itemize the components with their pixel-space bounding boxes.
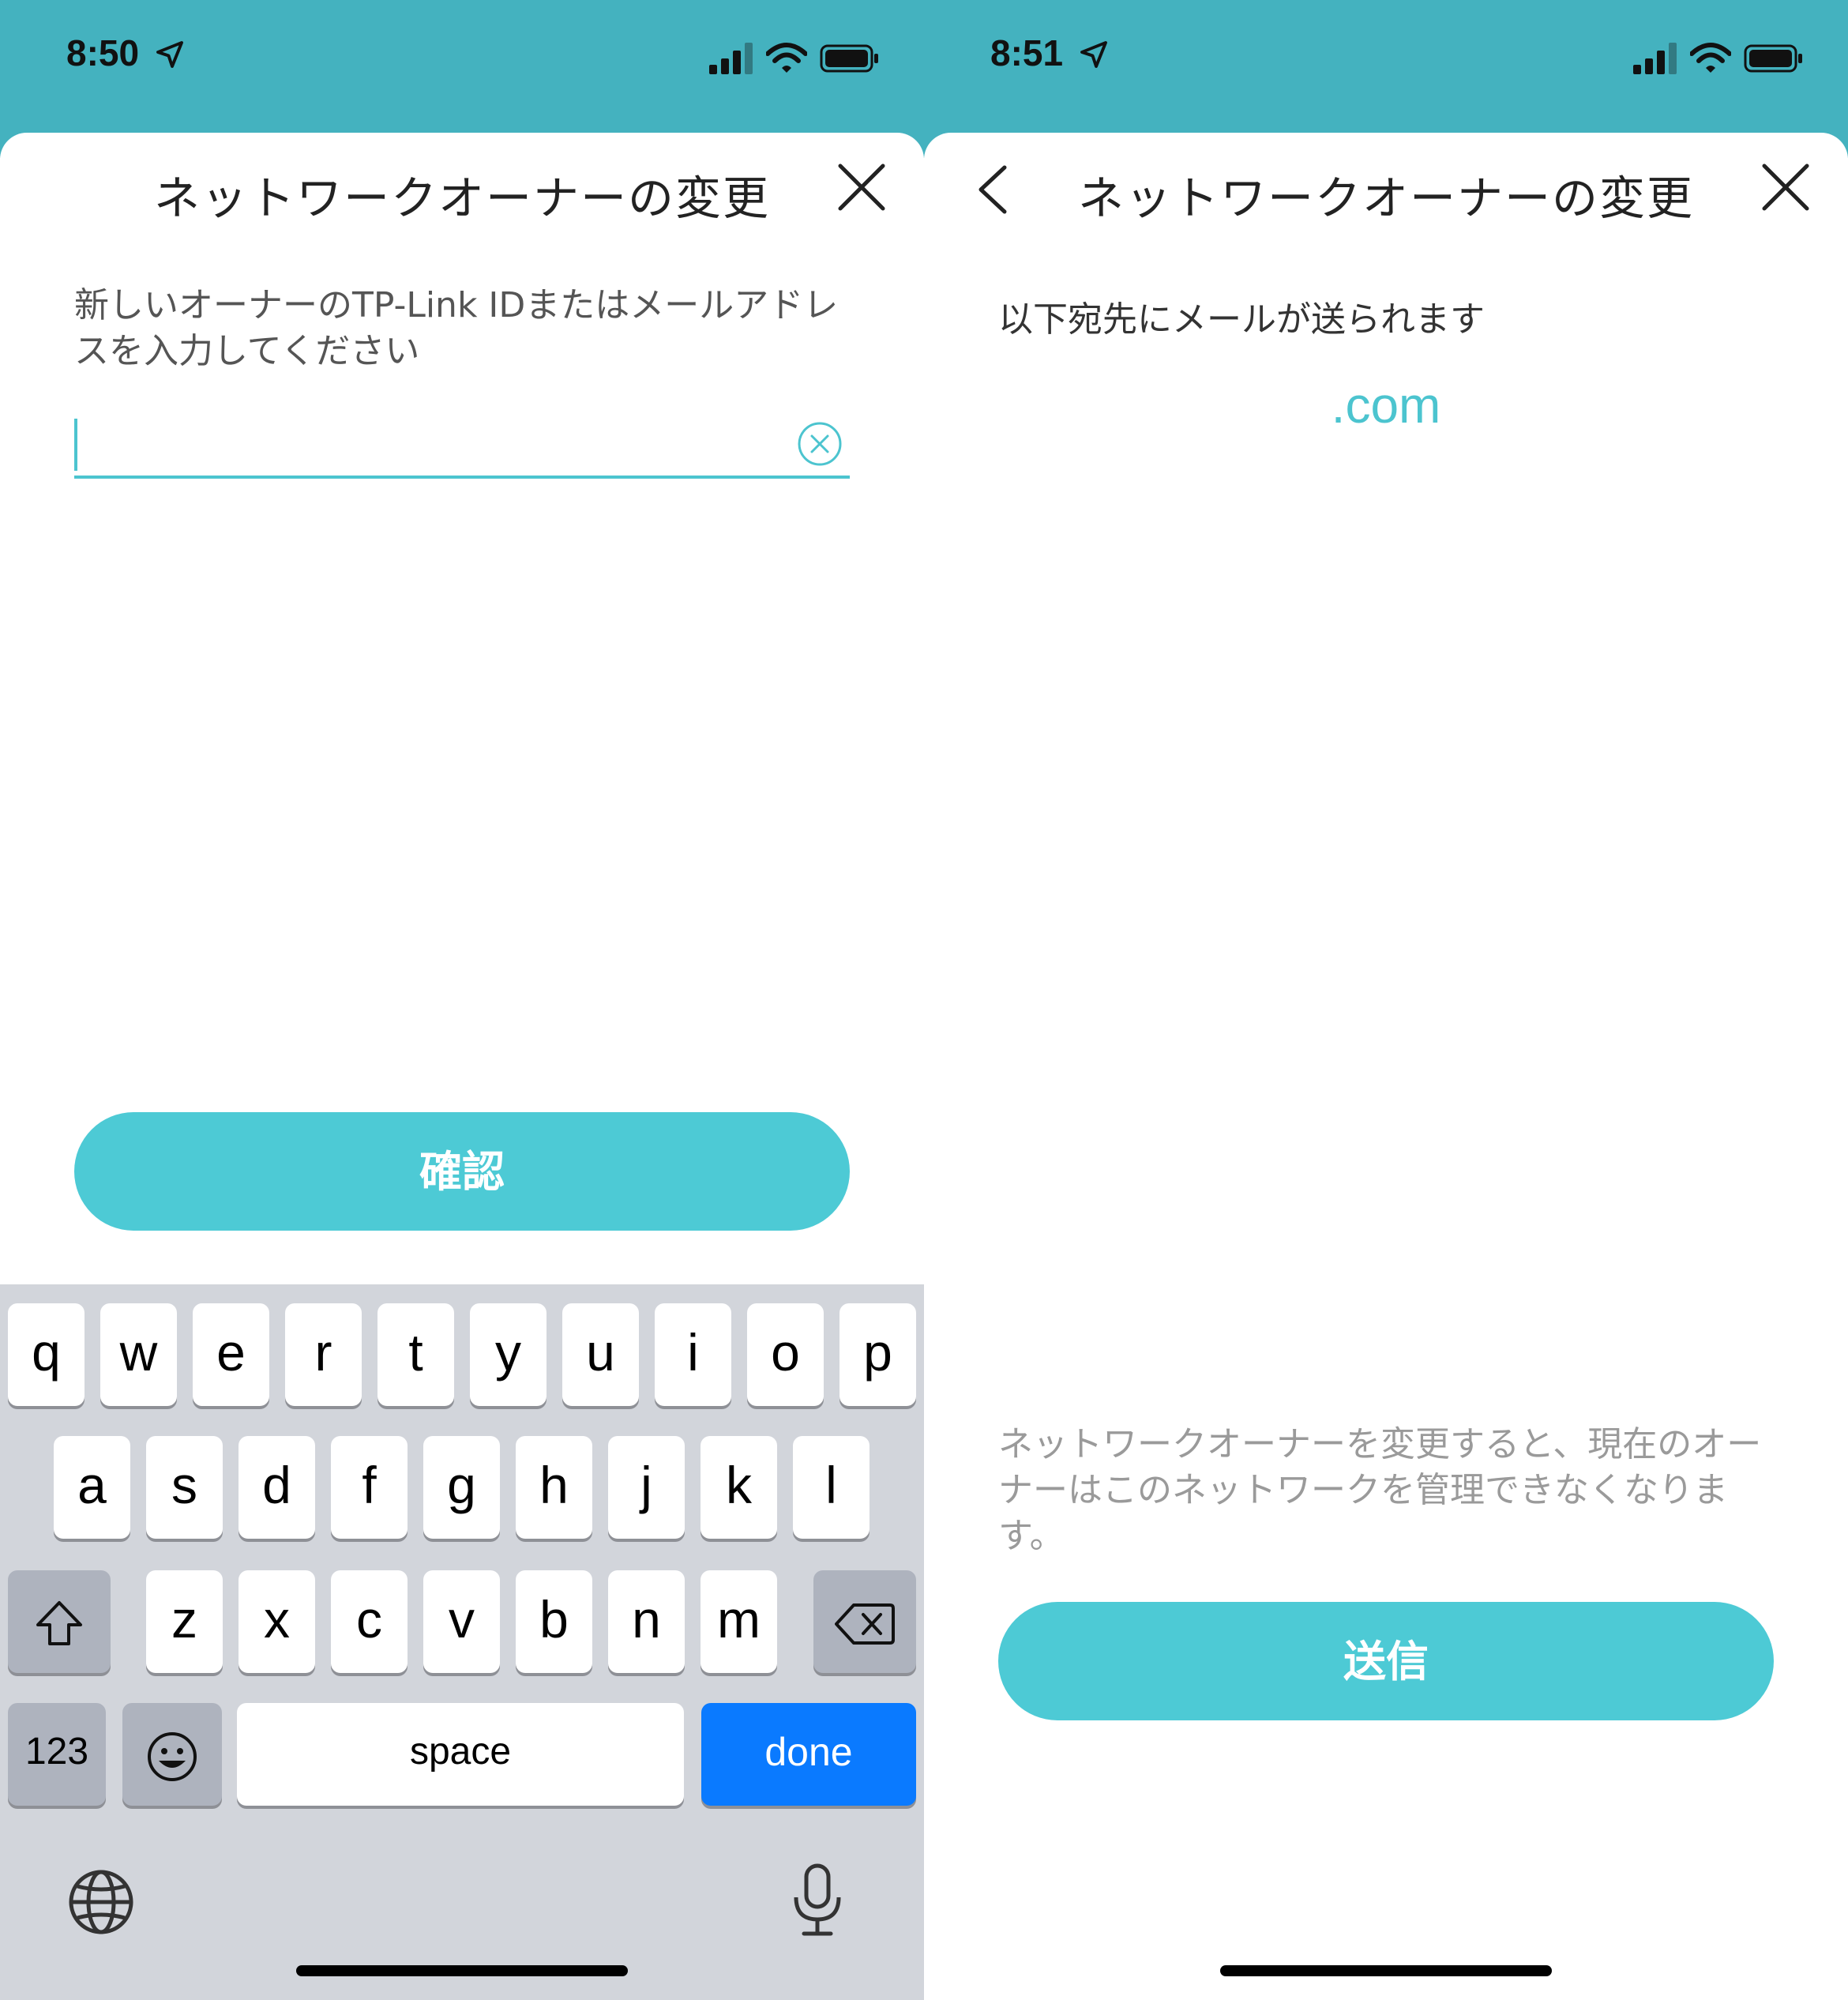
- battery-icon: [1744, 44, 1802, 73]
- key-c[interactable]: c: [331, 1570, 408, 1673]
- key-d[interactable]: d: [239, 1436, 315, 1539]
- home-indicator[interactable]: [296, 1965, 628, 1976]
- status-time-text: 8:50: [66, 32, 140, 73]
- key-j[interactable]: j: [608, 1436, 685, 1539]
- location-arrow-icon: [1080, 35, 1108, 77]
- key-g[interactable]: g: [423, 1436, 500, 1539]
- key-v[interactable]: v: [423, 1570, 500, 1673]
- key-t[interactable]: t: [377, 1303, 454, 1406]
- key-f[interactable]: f: [331, 1436, 408, 1539]
- microphone-icon[interactable]: [790, 1863, 845, 1938]
- recipient-email: .com: [1331, 377, 1441, 434]
- clear-input-icon[interactable]: [796, 420, 843, 468]
- right-screen: 8:51 ネットワークオーナーの変更 以下宛先にメールが送られます .com ネ…: [924, 0, 1848, 2000]
- recipient-info-text: 以下宛先にメールが送られます: [998, 299, 1485, 340]
- key-p[interactable]: p: [839, 1303, 916, 1406]
- globe-icon[interactable]: [66, 1867, 136, 1937]
- emoji-icon: [148, 1731, 197, 1781]
- numbers-key[interactable]: 123: [8, 1703, 106, 1806]
- shift-icon: [36, 1600, 82, 1645]
- wifi-icon: [1690, 43, 1731, 73]
- key-s[interactable]: s: [146, 1436, 223, 1539]
- key-u[interactable]: u: [562, 1303, 639, 1406]
- close-icon[interactable]: [837, 163, 886, 212]
- status-icons: [1633, 43, 1804, 74]
- send-button[interactable]: 送信: [998, 1602, 1774, 1720]
- home-indicator[interactable]: [1220, 1965, 1552, 1976]
- cellular-signal-icon: [709, 43, 753, 74]
- location-arrow-icon: [156, 35, 184, 77]
- key-k[interactable]: k: [701, 1436, 777, 1539]
- backspace-icon: [835, 1603, 895, 1645]
- key-w[interactable]: w: [100, 1303, 177, 1406]
- wifi-icon: [766, 43, 807, 73]
- shift-key[interactable]: [8, 1570, 111, 1673]
- key-r[interactable]: r: [285, 1303, 362, 1406]
- done-key[interactable]: done: [701, 1703, 916, 1806]
- key-i[interactable]: i: [655, 1303, 731, 1406]
- page-title: ネットワークオーナーの変更: [1077, 171, 1694, 225]
- cellular-signal-icon: [1633, 43, 1677, 74]
- battery-icon: [820, 44, 878, 73]
- key-x[interactable]: x: [239, 1570, 315, 1673]
- text-caret: [74, 419, 77, 471]
- page-title: ネットワークオーナーの変更: [153, 171, 770, 225]
- space-key[interactable]: space: [237, 1703, 684, 1806]
- key-m[interactable]: m: [701, 1570, 777, 1673]
- instruction-text: 新しいオーナーのTP-Link IDまたはメールアドレスを入力してください: [74, 285, 839, 371]
- key-e[interactable]: e: [193, 1303, 269, 1406]
- owner-id-input[interactable]: [74, 404, 850, 479]
- status-time: 8:50: [66, 32, 184, 77]
- emoji-key[interactable]: [122, 1703, 222, 1806]
- key-z[interactable]: z: [146, 1570, 223, 1673]
- key-n[interactable]: n: [608, 1570, 685, 1673]
- warning-note: ネットワークオーナーを変更すると、現在のオーナーはこのネットワークを管理できなく…: [998, 1424, 1762, 1556]
- confirm-button[interactable]: 確認: [74, 1112, 850, 1231]
- key-b[interactable]: b: [516, 1570, 592, 1673]
- status-time: 8:51: [990, 32, 1108, 77]
- status-time-text: 8:51: [990, 32, 1064, 73]
- status-icons: [709, 43, 880, 74]
- close-icon[interactable]: [1761, 163, 1810, 212]
- key-y[interactable]: y: [470, 1303, 547, 1406]
- left-screen: 8:50 ネットワークオーナーの変更 新しいオーナーのTP-Link IDまたは…: [0, 0, 924, 2000]
- backspace-key[interactable]: [813, 1570, 916, 1673]
- key-q[interactable]: q: [8, 1303, 85, 1406]
- key-l[interactable]: l: [793, 1436, 870, 1539]
- key-o[interactable]: o: [747, 1303, 824, 1406]
- key-h[interactable]: h: [516, 1436, 592, 1539]
- key-a[interactable]: a: [54, 1436, 130, 1539]
- on-screen-keyboard: q w e r t y u i o p a s d f g h j k l z …: [0, 1284, 924, 2000]
